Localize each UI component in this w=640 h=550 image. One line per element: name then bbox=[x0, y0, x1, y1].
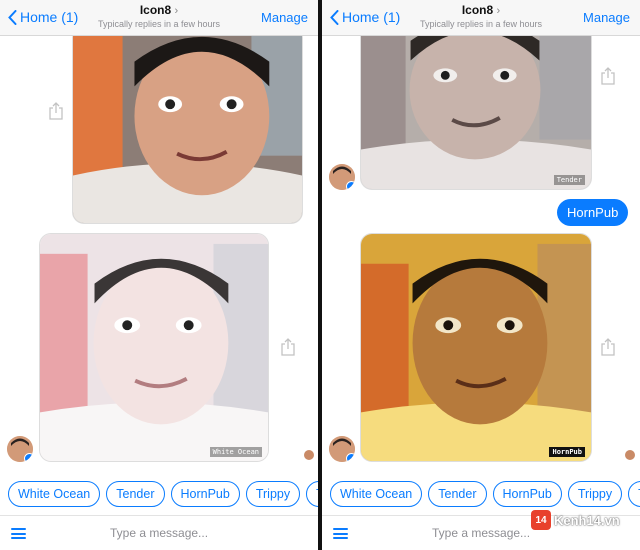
share-icon[interactable] bbox=[48, 102, 64, 120]
sent-message-bubble[interactable]: HornPub bbox=[557, 199, 629, 226]
share-icon[interactable] bbox=[280, 338, 296, 356]
menu-icon[interactable] bbox=[333, 528, 348, 539]
chevron-right-icon: › bbox=[496, 5, 501, 17]
nav-bar: Home (1) Icon8 › Typically replies in a … bbox=[0, 0, 318, 36]
messenger-badge-icon bbox=[24, 453, 33, 462]
quick-reply-white-ocean[interactable]: White Ocean bbox=[330, 481, 423, 507]
sender-avatar[interactable] bbox=[7, 436, 33, 462]
conversation-title: Icon8 bbox=[139, 3, 172, 17]
kenh14-label: Kenh14.vn bbox=[554, 512, 620, 528]
quick-reply-tender[interactable]: Tender bbox=[106, 481, 165, 507]
sender-avatar[interactable] bbox=[329, 436, 355, 462]
sender-avatar[interactable] bbox=[329, 164, 355, 190]
kenh14-watermark: 14 Kenh14.vn bbox=[531, 510, 620, 530]
read-receipt-avatar bbox=[624, 449, 636, 461]
share-icon[interactable] bbox=[600, 67, 616, 85]
quick-reply-hornpub[interactable]: HornPub bbox=[492, 481, 562, 507]
manage-button[interactable]: Manage bbox=[583, 10, 630, 25]
filter-watermark: HornPub bbox=[549, 447, 585, 457]
quick-reply-hornpub[interactable]: HornPub bbox=[170, 481, 240, 507]
nav-bar: Home (1) Icon8 › Typically replies in a … bbox=[322, 0, 640, 36]
received-photo-hornpub[interactable]: HornPub bbox=[360, 233, 592, 462]
quick-replies: White Ocean Tender HornPub Trippy T bbox=[330, 481, 640, 507]
filter-watermark: Tender bbox=[553, 175, 585, 185]
message-composer: Type a message... bbox=[0, 515, 318, 550]
kenh14-logo-icon: 14 bbox=[531, 510, 551, 530]
quick-reply-tender[interactable]: Tender bbox=[428, 481, 487, 507]
menu-icon[interactable] bbox=[11, 528, 26, 539]
quick-reply-trippy[interactable]: Trippy bbox=[245, 481, 301, 507]
filter-watermark: White Ocean bbox=[209, 447, 262, 457]
messenger-badge-icon bbox=[346, 181, 355, 190]
conversation-title: Icon8 bbox=[461, 3, 494, 17]
quick-reply-white-ocean[interactable]: White Ocean bbox=[8, 481, 101, 507]
received-photo-white-ocean[interactable]: White Ocean bbox=[39, 233, 269, 462]
right-screen: Home (1) Icon8 › Typically replies in a … bbox=[322, 0, 640, 550]
received-photo-original[interactable] bbox=[72, 26, 303, 224]
quick-reply-more[interactable]: T bbox=[628, 481, 640, 507]
quick-replies: White Ocean Tender HornPub Trippy T bbox=[8, 481, 318, 507]
messenger-badge-icon bbox=[346, 453, 355, 462]
quick-reply-more[interactable]: T bbox=[306, 481, 318, 507]
quick-reply-trippy[interactable]: Trippy bbox=[567, 481, 623, 507]
read-receipt-avatar bbox=[303, 449, 315, 461]
chevron-right-icon: › bbox=[174, 5, 179, 17]
message-input[interactable]: Type a message... bbox=[110, 526, 208, 540]
message-input[interactable]: Type a message... bbox=[432, 526, 530, 540]
share-icon[interactable] bbox=[600, 338, 616, 356]
received-photo-tender[interactable]: Tender bbox=[360, 20, 592, 190]
manage-button[interactable]: Manage bbox=[261, 10, 308, 25]
left-screen: Home (1) Icon8 › Typically replies in a … bbox=[0, 0, 318, 550]
